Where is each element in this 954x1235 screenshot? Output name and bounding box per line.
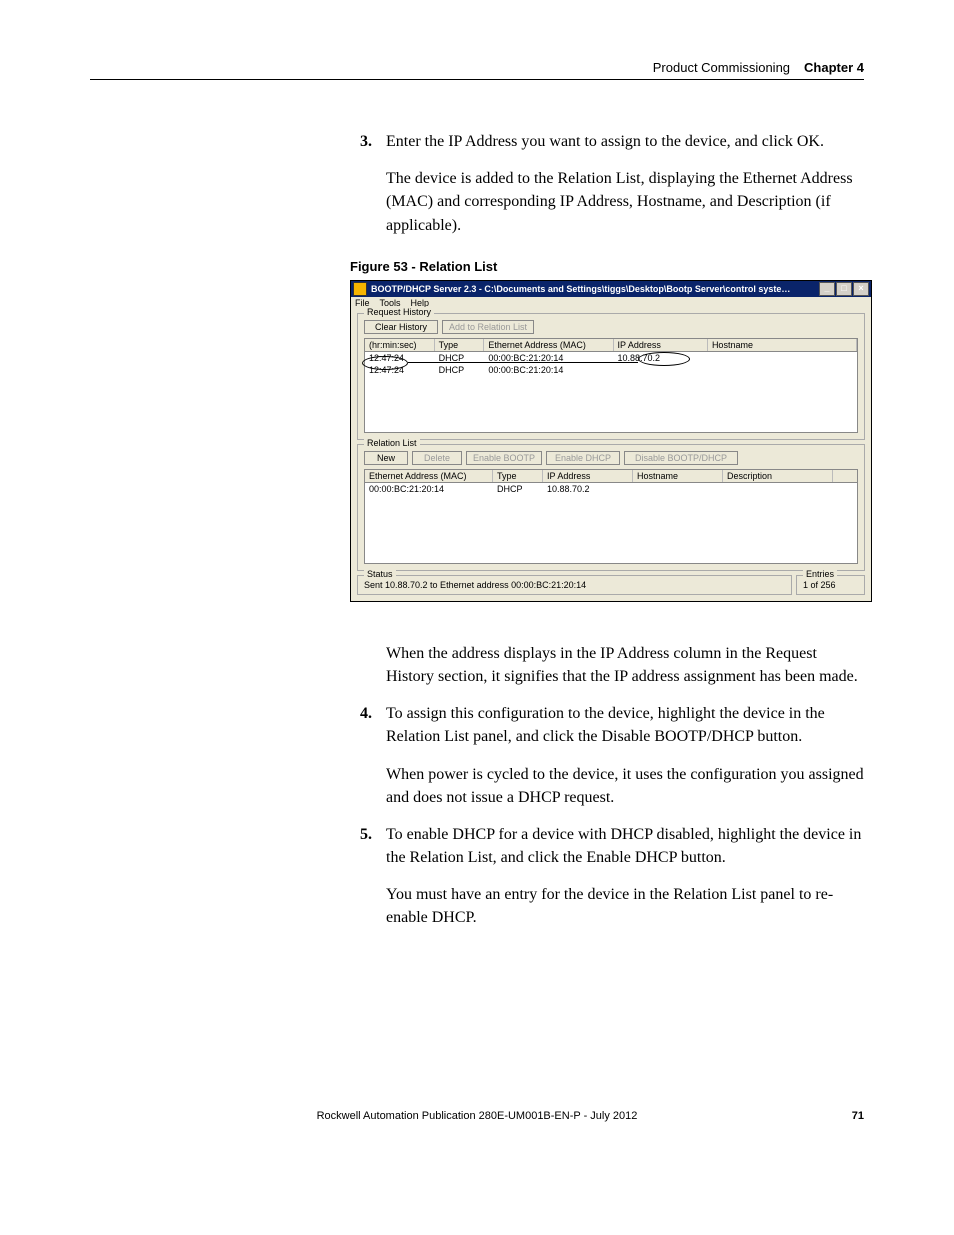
col-host[interactable]: Hostname [708, 339, 857, 351]
col-hostname[interactable]: Hostname [633, 470, 723, 482]
entries-label: Entries [803, 569, 837, 579]
page-footer: Rockwell Automation Publication 280E-UM0… [90, 1110, 864, 1122]
col-type[interactable]: Type [493, 470, 543, 482]
header-chapter: Chapter 4 [804, 60, 864, 75]
step-4: 4. To assign this configuration to the d… [360, 702, 864, 748]
step-text: To enable DHCP for a device with DHCP di… [386, 823, 864, 869]
step-5: 5. To enable DHCP for a device with DHCP… [360, 823, 864, 869]
step-5-para: You must have an entry for the device in… [386, 883, 864, 929]
minimize-button[interactable]: _ [819, 282, 835, 296]
status-label: Status [364, 569, 396, 579]
page-number: 71 [852, 1110, 864, 1122]
step-text: Enter the IP Address you want to assign … [386, 130, 864, 153]
step-4-para: When power is cycled to the device, it u… [386, 763, 864, 809]
status-box: Status Sent 10.88.70.2 to Ethernet addre… [357, 575, 792, 595]
request-history-label: Request History [364, 307, 434, 317]
maximize-button[interactable]: □ [836, 282, 852, 296]
header-section: Product Commissioning [653, 60, 790, 75]
window-title: BOOTP/DHCP Server 2.3 - C:\Documents and… [371, 284, 790, 294]
col-ip[interactable]: IP Address [614, 339, 708, 351]
col-type[interactable]: Type [435, 339, 485, 351]
clear-history-button[interactable]: Clear History [364, 320, 438, 334]
request-history-header: (hr:min:sec) Type Ethernet Address (MAC)… [364, 338, 858, 352]
entries-text: 1 of 256 [803, 580, 836, 590]
disable-bootp-dhcp-button[interactable]: Disable BOOTP/DHCP [624, 451, 738, 465]
app-icon [353, 282, 367, 296]
enable-bootp-button[interactable]: Enable BOOTP [466, 451, 542, 465]
request-history-list[interactable]: 12:47:24 DHCP 00:00:BC:21:20:14 10.88.70… [364, 352, 858, 433]
step-number: 5. [360, 823, 386, 869]
col-mac[interactable]: Ethernet Address (MAC) [484, 339, 613, 351]
new-button[interactable]: New [364, 451, 408, 465]
window-titlebar[interactable]: BOOTP/DHCP Server 2.3 - C:\Documents and… [351, 281, 871, 297]
bootp-window: BOOTP/DHCP Server 2.3 - C:\Documents and… [350, 280, 872, 602]
status-text: Sent 10.88.70.2 to Ethernet address 00:0… [364, 580, 586, 590]
delete-button[interactable]: Delete [412, 451, 462, 465]
page-header: Product Commissioning Chapter 4 [90, 60, 864, 80]
step-3-para: The device is added to the Relation List… [386, 167, 864, 237]
annotation-ellipse-ip [638, 352, 690, 366]
annotation-arrow [408, 362, 638, 363]
relation-list-group: Relation List New Delete Enable BOOTP En… [357, 444, 865, 571]
add-to-relation-list-button[interactable]: Add to Relation List [442, 320, 534, 334]
entries-box: Entries 1 of 256 [796, 575, 865, 595]
step-3: 3. Enter the IP Address you want to assi… [360, 130, 864, 153]
table-row[interactable]: 12:47:24 DHCP 00:00:BC:21:20:14 [365, 364, 857, 376]
relation-list-header: Ethernet Address (MAC) Type IP Address H… [364, 469, 858, 483]
request-history-group: Request History Clear History Add to Rel… [357, 313, 865, 440]
table-row[interactable]: 00:00:BC:21:20:14 DHCP 10.88.70.2 [365, 483, 857, 495]
annotation-ellipse-time [362, 356, 408, 370]
footer-publication: Rockwell Automation Publication 280E-UM0… [317, 1110, 638, 1122]
col-mac[interactable]: Ethernet Address (MAC) [365, 470, 493, 482]
col-time[interactable]: (hr:min:sec) [365, 339, 435, 351]
relation-list[interactable]: 00:00:BC:21:20:14 DHCP 10.88.70.2 [364, 483, 858, 564]
col-description[interactable]: Description [723, 470, 833, 482]
figure-caption: Figure 53 - Relation List [350, 259, 864, 274]
enable-dhcp-button[interactable]: Enable DHCP [546, 451, 620, 465]
step-number: 3. [360, 130, 386, 153]
col-ip[interactable]: IP Address [543, 470, 633, 482]
step-number: 4. [360, 702, 386, 748]
step-text: To assign this configuration to the devi… [386, 702, 864, 748]
after-figure-para: When the address displays in the IP Addr… [386, 642, 864, 688]
close-button[interactable]: × [853, 282, 869, 296]
relation-list-label: Relation List [364, 438, 420, 448]
